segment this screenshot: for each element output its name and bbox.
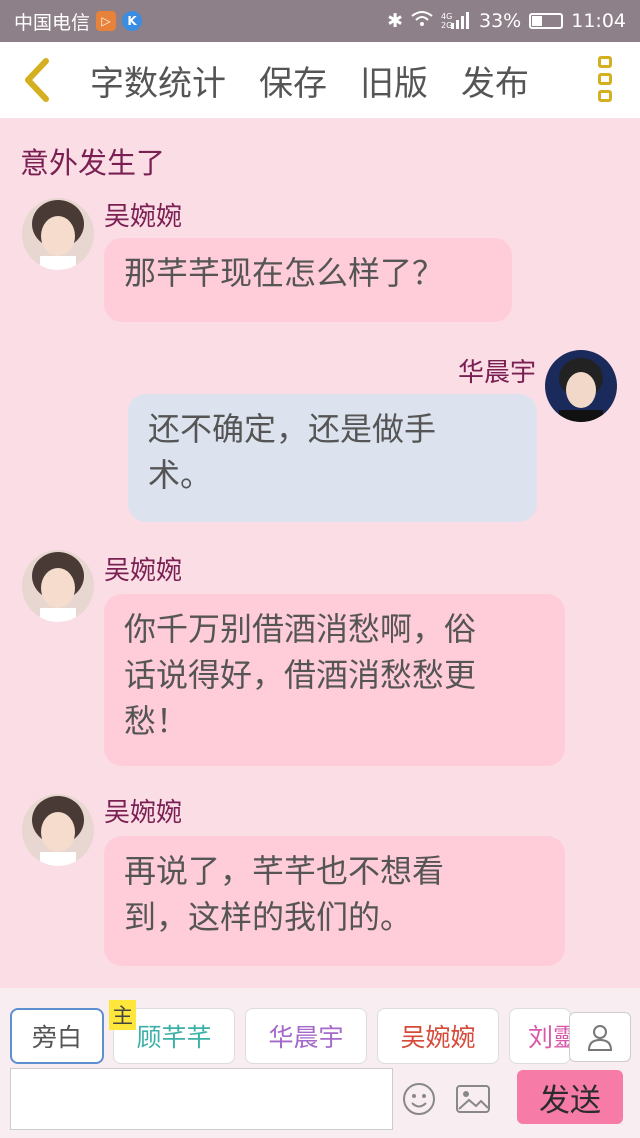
clock: 11:04 (571, 10, 626, 32)
message-text: 还不确定，还是做手 (148, 410, 437, 448)
old-version-button[interactable]: 旧版 (360, 56, 428, 105)
protagonist-badge: 主 (109, 1000, 136, 1030)
signal-icon: 4G 2G (441, 11, 471, 32)
message-text: 你千万别借酒消愁啊，俗 (124, 610, 477, 648)
composer-bar: 旁白 顾芊芊 主 华晨宇 吴婉婉 刘靈 发送 (0, 988, 640, 1138)
message-input[interactable] (10, 1068, 393, 1130)
user-icon (587, 1025, 613, 1051)
svg-text:2G: 2G (441, 21, 452, 29)
character-chip-narrator[interactable]: 旁白 (10, 1008, 104, 1064)
speaker-name: 华晨宇 (457, 358, 536, 388)
avatar-wuwanwan[interactable] (22, 198, 94, 270)
message-text: 话说得好，借酒消愁愁更 (124, 656, 477, 694)
emoji-icon[interactable] (402, 1082, 436, 1116)
carrier-label: 中国电信 (14, 11, 91, 34)
message-text: 术。 (148, 456, 213, 494)
character-manager-button[interactable] (569, 1012, 631, 1062)
save-button[interactable]: 保存 (259, 56, 327, 105)
menu-dot-icon (598, 56, 612, 68)
message-text: 再说了，芊芊也不想看 (124, 852, 445, 890)
k-app-icon: K (122, 11, 143, 31)
wifi-icon (411, 10, 433, 33)
menu-dot-icon (598, 90, 612, 102)
top-toolbar: 字数统计 保存 旧版 发布 (0, 42, 640, 118)
chat-area[interactable]: 意外发生了 吴婉婉 那芊芊现在怎么样了？ 华晨宇 还不确定，还是做手 术。 吴婉… (0, 118, 640, 988)
scene-title: 意外发生了 (20, 146, 166, 180)
message-text: 那芊芊现在怎么样了？ (124, 254, 445, 292)
message-text: 到，这样的我们的。 (124, 898, 413, 936)
back-button[interactable] (0, 42, 74, 118)
battery-icon (529, 13, 564, 29)
message-bubble[interactable]: 还不确定，还是做手 术。 (128, 394, 537, 522)
character-chip[interactable]: 华晨宇 (245, 1008, 367, 1064)
bluetooth-icon: ✱ (387, 10, 403, 32)
video-app-icon: ▷ (96, 11, 117, 31)
avatar-huachenyu[interactable] (545, 350, 617, 422)
status-bar: 中国电信 ▷ K ✱ 4G 2G 33% 11:04 (0, 0, 640, 42)
publish-button[interactable]: 发布 (461, 56, 529, 105)
battery-level (532, 16, 543, 26)
message-bubble[interactable]: 你千万别借酒消愁啊，俗 话说得好，借酒消愁愁更 愁！ (104, 594, 565, 766)
message-bubble[interactable]: 那芊芊现在怎么样了？ (104, 238, 512, 322)
word-count-button[interactable]: 字数统计 (90, 56, 226, 105)
character-chip[interactable]: 吴婉婉 (377, 1008, 499, 1064)
message-text: 愁！ (124, 702, 189, 740)
svg-text:4G: 4G (441, 12, 452, 21)
battery-percent: 33% (479, 10, 522, 32)
speaker-name: 吴婉婉 (104, 202, 183, 232)
message-bubble[interactable]: 再说了，芊芊也不想看 到，这样的我们的。 (104, 836, 565, 966)
chevron-left-icon (25, 58, 49, 102)
image-icon[interactable] (455, 1082, 491, 1116)
speaker-name: 吴婉婉 (104, 556, 183, 586)
character-chip[interactable]: 刘靈 (509, 1008, 571, 1064)
character-chip-label: 刘靈 (528, 1023, 570, 1052)
avatar-wuwanwan[interactable] (22, 794, 94, 866)
menu-dot-icon (598, 73, 612, 85)
speaker-name: 吴婉婉 (104, 798, 183, 828)
avatar-wuwanwan[interactable] (22, 550, 94, 622)
send-button[interactable]: 发送 (517, 1070, 623, 1124)
more-menu-button[interactable] (598, 56, 618, 102)
